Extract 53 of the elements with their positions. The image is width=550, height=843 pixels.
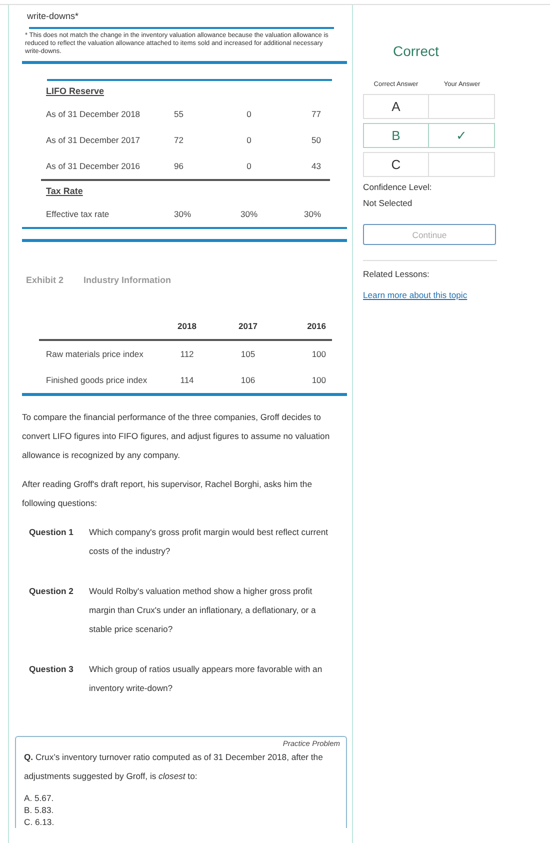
question-number: Question 1 <box>29 526 74 539</box>
table-cell-text: 72 <box>174 134 184 147</box>
question-text: Which group of ratios usually appears more favorable with an inventory write-down? <box>89 663 324 695</box>
table-cell-text: 100 <box>310 374 326 387</box>
row-label: As of 31 December 2018 <box>46 108 142 121</box>
confidence-label: Confidence Level: <box>363 182 433 194</box>
confidence-value: Not Selected <box>363 198 414 210</box>
table-cell-text: 30% <box>302 208 321 221</box>
table-cell-text: 30% <box>239 208 258 221</box>
table-cell-text: 114 <box>179 374 195 387</box>
table-cell-text: 0 <box>246 108 252 121</box>
table-cell-text: 96 <box>174 160 184 173</box>
question-number: Question 3 <box>29 663 74 676</box>
table-cell-text: 77 <box>310 108 321 121</box>
row-label: Finished goods price index <box>46 374 148 387</box>
exhibit-number: Exhibit 2 <box>26 275 64 287</box>
answer-letter: B <box>363 123 429 148</box>
table-cell-text: 100 <box>310 348 326 361</box>
table-cell-text: 30% <box>174 208 192 221</box>
table-cell-text: 0 <box>246 160 252 173</box>
chosen-answer-cell: ✓ <box>429 123 495 148</box>
lesson-link[interactable]: Learn more about this topic <box>363 290 468 300</box>
row-label: As of 31 December 2016 <box>46 160 142 173</box>
section-heading: Tax Rate <box>46 186 83 196</box>
question-text: Which company's gross profit margin would best reflect current costs of the industry? <box>89 526 330 558</box>
row-label: Raw materials price index <box>46 348 144 361</box>
column-header: 2017 <box>238 320 258 333</box>
table-cell-text: 106 <box>240 374 256 387</box>
answer-letter: A <box>363 94 429 119</box>
case-paragraph: After reading Groff's draft report, his supervisor, Rachel Borghi, asks him the following questions: <box>22 478 313 510</box>
question-number: Question 2 <box>29 585 74 598</box>
answer-option: A. 5.67. <box>24 792 340 804</box>
related-lessons-label: Related Lessons: <box>363 269 430 281</box>
table-cell-text: 50 <box>310 134 321 147</box>
table-cell-text: 55 <box>174 108 184 121</box>
table-cell-text: 105 <box>240 348 256 361</box>
exhibit-title: Industry Information <box>84 275 172 287</box>
row-label: As of 31 December 2017 <box>46 134 142 147</box>
answer-letter: C <box>363 152 429 177</box>
table-cell-text: 112 <box>179 348 195 361</box>
column-header: 2016 <box>306 320 326 333</box>
row-label: Effective tax rate <box>46 208 110 221</box>
answer-option: C. 6.13. <box>24 816 340 828</box>
result-status: Correct <box>392 42 440 61</box>
column-header: 2018 <box>176 320 198 333</box>
question-text: Would Rolby's valuation method show a higher gross profit margin than Crux's under an inflationary, a deflationary, or a stable price scenario? <box>89 585 317 636</box>
answer-option: B. 5.83. <box>24 804 340 816</box>
table-cell-text: 0 <box>246 134 252 147</box>
section-heading: LIFO Reserve <box>46 86 104 96</box>
question-prompt: Q. Crux’s inventory turnover ratio computed as of 31 December 2018, after the adjustments suggested by Groff, is closest to: <box>24 751 324 783</box>
footnote-reference: write-downs* <box>26 10 80 23</box>
table-cell-text: 43 <box>310 160 321 173</box>
case-paragraph: To compare the financial performance of the three companies, Groff decides to convert LIFO figures into FIFO figures, and adjust figures to assume no valuation allowance is recognized by any company. <box>22 411 331 462</box>
